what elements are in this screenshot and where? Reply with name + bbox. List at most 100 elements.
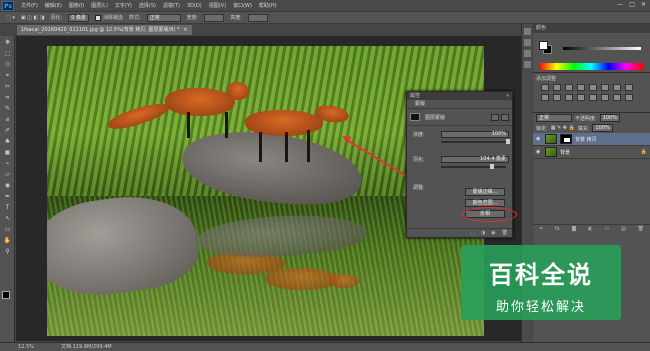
zoom-tool-icon[interactable]: ⚲ <box>2 247 13 256</box>
selection-mode-icons[interactable]: ▣ ◫ ◧ ◨ <box>21 15 45 21</box>
black-white-icon[interactable] <box>625 84 633 91</box>
delete-mask-icon[interactable]: 🗑 <box>502 230 508 236</box>
pen-tool-icon[interactable]: ✒ <box>2 192 13 201</box>
shape-tool-icon[interactable]: ▭ <box>2 225 13 234</box>
visibility-eye-icon[interactable]: ◉ <box>536 136 542 142</box>
menu-edit[interactable]: 编辑(E) <box>45 2 62 9</box>
menu-3d[interactable]: 3D(D) <box>187 3 202 9</box>
properties-panel[interactable]: 属性 » 蒙版 图层蒙版 浓度: 100% 羽化: 104.4 像素 调整: 蒙… <box>406 91 517 238</box>
checkbox-icon[interactable] <box>94 14 101 21</box>
crop-tool-icon[interactable]: ✂ <box>2 82 13 91</box>
layer-mask-thumbnail[interactable] <box>560 134 572 144</box>
menu-help[interactable]: 帮助(H) <box>259 2 277 9</box>
move-tool-icon[interactable]: ✥ <box>2 38 13 47</box>
eraser-tool-icon[interactable]: ▣ <box>2 148 13 157</box>
menu-filter[interactable]: 滤镜(T) <box>163 2 180 9</box>
color-balance-icon[interactable] <box>613 84 621 91</box>
layer-style-icon[interactable]: fx <box>555 226 560 232</box>
quick-select-tool-icon[interactable]: ⌖ <box>2 71 13 80</box>
menu-window[interactable]: 窗口(W) <box>233 2 252 9</box>
document-tab[interactable]: 1fsacai_20160420_011101.jpg @ 12.5%(背景 拷… <box>17 25 192 35</box>
hue-saturation-icon[interactable] <box>601 84 609 91</box>
delete-layer-icon[interactable]: 🗑 <box>638 226 644 232</box>
history-icon[interactable] <box>524 28 531 35</box>
channel-mixer-icon[interactable] <box>553 94 561 101</box>
menu-image[interactable]: 图像(I) <box>69 2 84 9</box>
dodge-tool-icon[interactable]: ◉ <box>2 181 13 190</box>
select-mask-button[interactable] <box>491 113 499 121</box>
visibility-eye-icon[interactable]: ◉ <box>536 149 542 155</box>
hand-tool-icon[interactable]: ✋ <box>2 236 13 245</box>
selective-color-icon[interactable] <box>625 94 633 101</box>
close-icon[interactable]: ✕ <box>641 1 646 8</box>
feather-input[interactable]: 0 像素 <box>68 13 89 22</box>
density-slider-knob[interactable] <box>506 139 510 144</box>
menu-select[interactable]: 选择(S) <box>139 2 156 9</box>
minimize-icon[interactable]: — <box>617 1 623 8</box>
collapse-icon[interactable]: » <box>506 92 509 100</box>
marquee-tool-icon[interactable]: ⬚ ▾ <box>6 15 15 21</box>
feather-slider-knob[interactable] <box>489 164 494 169</box>
character-icon[interactable] <box>524 50 531 57</box>
width-input[interactable] <box>204 13 225 22</box>
color-spectrum[interactable] <box>539 63 643 70</box>
posterize-icon[interactable] <box>589 94 597 101</box>
feather-slider[interactable] <box>441 164 506 169</box>
blend-mode-select[interactable]: 正常 <box>536 114 572 122</box>
path-select-tool-icon[interactable]: ↖ <box>2 214 13 223</box>
color-panel[interactable] <box>533 33 650 73</box>
opacity-input[interactable]: 100% <box>599 114 620 122</box>
color-range-button[interactable]: 颜色范围... <box>465 199 505 207</box>
density-input[interactable]: 100% <box>441 131 509 138</box>
link-layers-icon[interactable]: ⚭ <box>539 226 543 232</box>
density-slider[interactable] <box>441 139 510 144</box>
menu-file[interactable]: 文件(F) <box>21 2 38 9</box>
apply-mask-icon[interactable]: ◑ <box>481 230 485 236</box>
history-brush-tool-icon[interactable]: ♣ <box>2 137 13 146</box>
brush-tool-icon[interactable]: ⌀ <box>2 115 13 124</box>
feather-input[interactable]: 104.4 像素 <box>441 156 509 163</box>
menu-view[interactable]: 视图(V) <box>209 2 226 9</box>
paragraph-icon[interactable] <box>524 61 531 68</box>
menu-type[interactable]: 文字(Y) <box>115 2 132 9</box>
menu-layer[interactable]: 图层(L) <box>91 2 108 9</box>
type-tool-icon[interactable]: T <box>2 203 13 212</box>
gray-slider[interactable] <box>563 47 641 50</box>
vector-mask-button[interactable] <box>501 113 509 121</box>
curves-icon[interactable] <box>565 84 573 91</box>
fill-input[interactable]: 100% <box>592 124 613 132</box>
height-input[interactable] <box>248 13 269 22</box>
zoom-level[interactable]: 12.5% <box>18 343 34 351</box>
marquee-tool-icon[interactable]: ⬚ <box>2 49 13 58</box>
lasso-tool-icon[interactable]: ⬭ <box>2 60 13 69</box>
threshold-icon[interactable] <box>601 94 609 101</box>
gradient-map-icon[interactable] <box>613 94 621 101</box>
close-tab-icon[interactable]: × <box>183 27 187 33</box>
foreground-color-swatch[interactable] <box>539 41 548 50</box>
brightness-icon[interactable] <box>541 84 549 91</box>
mask-edge-button[interactable]: 蒙版边缘... <box>465 188 505 196</box>
invert-icon[interactable] <box>577 94 585 101</box>
photo-filter-icon[interactable] <box>541 94 549 101</box>
blur-tool-icon[interactable]: ▱ <box>2 170 13 179</box>
gradient-tool-icon[interactable]: ⌁ <box>2 159 13 168</box>
maximize-icon[interactable]: □ <box>629 1 635 8</box>
eyedropper-tool-icon[interactable]: ⌗ <box>2 93 13 102</box>
properties-panel-header[interactable]: 属性 » <box>407 92 512 100</box>
layer-row-background[interactable]: ◉ 背景 🔒 <box>533 146 650 159</box>
visibility-icon[interactable]: ◉ <box>491 230 495 236</box>
color-lookup-icon[interactable] <box>565 94 573 101</box>
antialias-checkbox[interactable]: 消除锯齿 <box>94 14 123 21</box>
foreground-color-swatch[interactable] <box>2 291 10 299</box>
new-group-icon[interactable]: ▭ <box>604 226 609 232</box>
color-tab[interactable]: 颜色 <box>533 24 650 33</box>
lock-icons[interactable]: ▦ ✎ ✥ 🔒 <box>551 125 575 131</box>
levels-icon[interactable] <box>553 84 561 91</box>
style-select[interactable]: 正常 <box>146 13 181 22</box>
masks-tab[interactable]: 蒙版 <box>407 100 512 109</box>
new-layer-icon[interactable]: ▤ <box>621 226 626 232</box>
vibrance-icon[interactable] <box>589 84 597 91</box>
add-mask-icon[interactable]: ◙ <box>572 226 577 232</box>
healing-tool-icon[interactable]: ✎ <box>2 104 13 113</box>
adjustment-layer-icon[interactable]: ◐ <box>588 226 592 232</box>
